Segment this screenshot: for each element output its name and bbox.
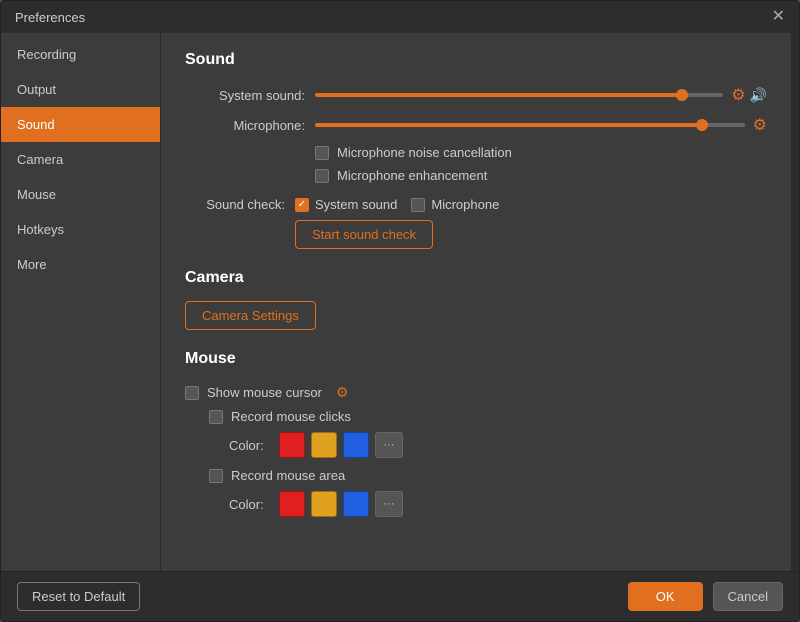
dialog-title: Preferences (15, 10, 85, 25)
microphone-label: Microphone: (185, 118, 305, 133)
system-sound-row: System sound: ⚙ 🔊 (185, 85, 767, 105)
enhancement-row: Microphone enhancement (315, 168, 767, 183)
content-area: Sound System sound: ⚙ 🔊 Microphone: (161, 33, 791, 571)
title-bar: Preferences ✕ (1, 1, 799, 33)
ok-button[interactable]: OK (628, 582, 703, 611)
mouse-section-title: Mouse (185, 350, 767, 368)
cancel-button[interactable]: Cancel (713, 582, 783, 611)
system-sound-slider[interactable] (315, 93, 723, 97)
sidebar-item-sound[interactable]: Sound (1, 107, 160, 142)
color-red-2[interactable] (279, 491, 305, 517)
color-row-2: Color: ··· (229, 491, 767, 517)
noise-cancellation-label: Microphone noise cancellation (337, 145, 512, 160)
sidebar: Recording Output Sound Camera Mouse Hotk… (1, 33, 161, 571)
color-blue-2[interactable] (343, 491, 369, 517)
microphone-row: Microphone: ⚙ (185, 115, 767, 135)
record-area-row: Record mouse area (209, 468, 767, 483)
sidebar-item-output[interactable]: Output (1, 72, 160, 107)
record-clicks-label: Record mouse clicks (231, 409, 351, 424)
system-sound-label: System sound: (185, 88, 305, 103)
microphone-gear-icon[interactable]: ⚙ (753, 115, 767, 135)
color-row-1: Color: ··· (229, 432, 767, 458)
system-sound-check-option: ✓ System sound (295, 197, 397, 212)
sidebar-item-more[interactable]: More (1, 247, 160, 282)
record-area-checkbox[interactable] (209, 469, 223, 483)
noise-cancellation-checkbox[interactable] (315, 146, 329, 160)
microphone-check-option: Microphone (411, 197, 499, 212)
sound-check-row: Sound check: ✓ System sound Microphone (185, 197, 767, 212)
record-clicks-checkbox[interactable] (209, 410, 223, 424)
cursor-gear-icon[interactable]: ⚙ (336, 384, 349, 401)
preferences-dialog: Preferences ✕ Recording Output Sound Cam… (0, 0, 800, 622)
color-more-button-2[interactable]: ··· (375, 491, 403, 517)
record-clicks-row: Record mouse clicks (209, 409, 767, 424)
sidebar-item-camera[interactable]: Camera (1, 142, 160, 177)
show-cursor-row: Show mouse cursor ⚙ (185, 384, 767, 401)
sound-check-options: ✓ System sound Microphone (295, 197, 499, 212)
color-blue-1[interactable] (343, 432, 369, 458)
enhancement-label: Microphone enhancement (337, 168, 487, 183)
microphone-slider[interactable] (315, 123, 745, 127)
footer-actions: OK Cancel (628, 582, 783, 611)
color-yellow-1[interactable] (311, 432, 337, 458)
system-sound-check-label: System sound (315, 197, 397, 212)
record-area-label: Record mouse area (231, 468, 345, 483)
scrollbar[interactable] (791, 33, 799, 571)
system-sound-speaker-icon[interactable]: 🔊 (750, 87, 767, 104)
microphone-slider-container (315, 123, 745, 127)
close-button[interactable]: ✕ (772, 9, 785, 25)
microphone-check-checkbox[interactable] (411, 198, 425, 212)
camera-settings-container: Camera Settings (185, 301, 767, 330)
footer: Reset to Default OK Cancel (1, 571, 799, 621)
sound-check-label: Sound check: (185, 197, 285, 212)
start-sound-check-container: Start sound check (295, 220, 767, 249)
camera-settings-button[interactable]: Camera Settings (185, 301, 316, 330)
color-label-1: Color: (229, 438, 269, 453)
sidebar-item-recording[interactable]: Recording (1, 37, 160, 72)
start-sound-check-button[interactable]: Start sound check (295, 220, 433, 249)
enhancement-checkbox[interactable] (315, 169, 329, 183)
camera-section-title: Camera (185, 269, 767, 287)
show-cursor-checkbox[interactable] (185, 386, 199, 400)
color-more-button-1[interactable]: ··· (375, 432, 403, 458)
sidebar-item-mouse[interactable]: Mouse (1, 177, 160, 212)
main-content: Recording Output Sound Camera Mouse Hotk… (1, 33, 799, 571)
system-sound-check-checkbox[interactable]: ✓ (295, 198, 309, 212)
reset-button[interactable]: Reset to Default (17, 582, 140, 611)
sound-section-title: Sound (185, 51, 767, 69)
microphone-check-label: Microphone (431, 197, 499, 212)
color-label-2: Color: (229, 497, 269, 512)
color-red-1[interactable] (279, 432, 305, 458)
show-cursor-label: Show mouse cursor (207, 385, 322, 400)
system-sound-gear-icon[interactable]: ⚙ (731, 85, 745, 105)
sidebar-item-hotkeys[interactable]: Hotkeys (1, 212, 160, 247)
color-yellow-2[interactable] (311, 491, 337, 517)
noise-cancellation-row: Microphone noise cancellation (315, 145, 767, 160)
system-sound-slider-container (315, 93, 723, 97)
